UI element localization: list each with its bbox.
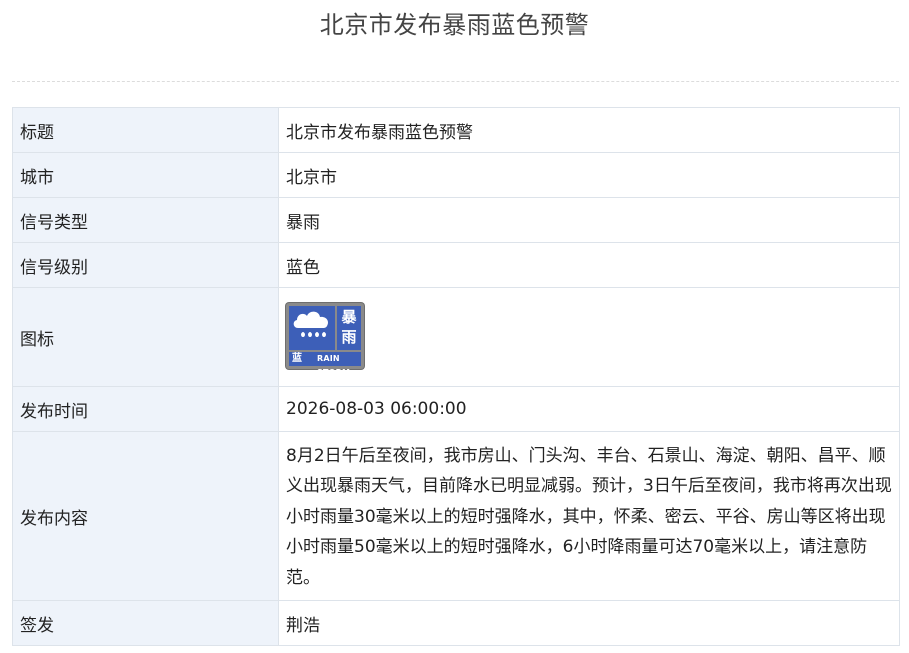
table-row-city: 城市 北京市 bbox=[12, 152, 900, 198]
title-label: 标题 bbox=[12, 107, 279, 153]
city-label: 城市 bbox=[12, 152, 279, 198]
table-row-title: 标题 北京市发布暴雨蓝色预警 bbox=[12, 107, 900, 153]
warning-info-table: 标题 北京市发布暴雨蓝色预警 城市 北京市 信号类型 暴雨 信号级别 蓝色 图标 bbox=[12, 107, 900, 646]
table-row-icon: 图标 暴 雨 蓝 RAIN STORM bbox=[12, 287, 900, 387]
icon-english-text: RAIN STORM bbox=[317, 354, 351, 377]
signal-type-value: 暴雨 bbox=[278, 197, 900, 243]
icon-level-char: 蓝 bbox=[292, 353, 302, 364]
icon-label: 图标 bbox=[12, 287, 279, 387]
table-row-time: 发布时间 2026-08-03 06:00:00 bbox=[12, 386, 900, 432]
signal-level-value: 蓝色 bbox=[278, 242, 900, 288]
icon-cell: 暴 雨 蓝 RAIN STORM bbox=[278, 287, 900, 387]
time-value: 2026-08-03 06:00:00 bbox=[278, 386, 900, 432]
icon-char-bottom: 雨 bbox=[341, 328, 357, 346]
title-value: 北京市发布暴雨蓝色预警 bbox=[278, 107, 900, 153]
cloud-rain-icon bbox=[289, 306, 335, 350]
signal-level-label: 信号级别 bbox=[12, 242, 279, 288]
table-row-signal-level: 信号级别 蓝色 bbox=[12, 242, 900, 288]
icon-strip: 蓝 RAIN STORM bbox=[289, 352, 361, 377]
signer-value: 荆浩 bbox=[278, 600, 900, 646]
content-value: 8月2日午后至夜间，我市房山、门头沟、丰台、石景山、海淀、朝阳、昌平、顺义出现暴… bbox=[286, 445, 892, 588]
table-row-signal-type: 信号类型 暴雨 bbox=[12, 197, 900, 243]
content-cell: 8月2日午后至夜间，我市房山、门头沟、丰台、石景山、海淀、朝阳、昌平、顺义出现暴… bbox=[278, 431, 900, 601]
icon-chars: 暴 雨 bbox=[337, 306, 361, 350]
table-row-signer: 签发 荆浩 bbox=[12, 600, 900, 646]
city-value: 北京市 bbox=[278, 152, 900, 198]
content-label: 发布内容 bbox=[12, 431, 279, 601]
rainstorm-warning-icon: 暴 雨 蓝 RAIN STORM bbox=[286, 303, 364, 377]
icon-char-top: 暴 bbox=[341, 308, 357, 326]
page-title: 北京市发布暴雨蓝色预警 bbox=[319, 11, 590, 39]
signal-type-label: 信号类型 bbox=[12, 197, 279, 243]
table-row-content: 发布内容 8月2日午后至夜间，我市房山、门头沟、丰台、石景山、海淀、朝阳、昌平、… bbox=[12, 431, 900, 601]
title-divider bbox=[12, 81, 899, 82]
time-label: 发布时间 bbox=[12, 386, 279, 432]
signer-label: 签发 bbox=[12, 600, 279, 646]
